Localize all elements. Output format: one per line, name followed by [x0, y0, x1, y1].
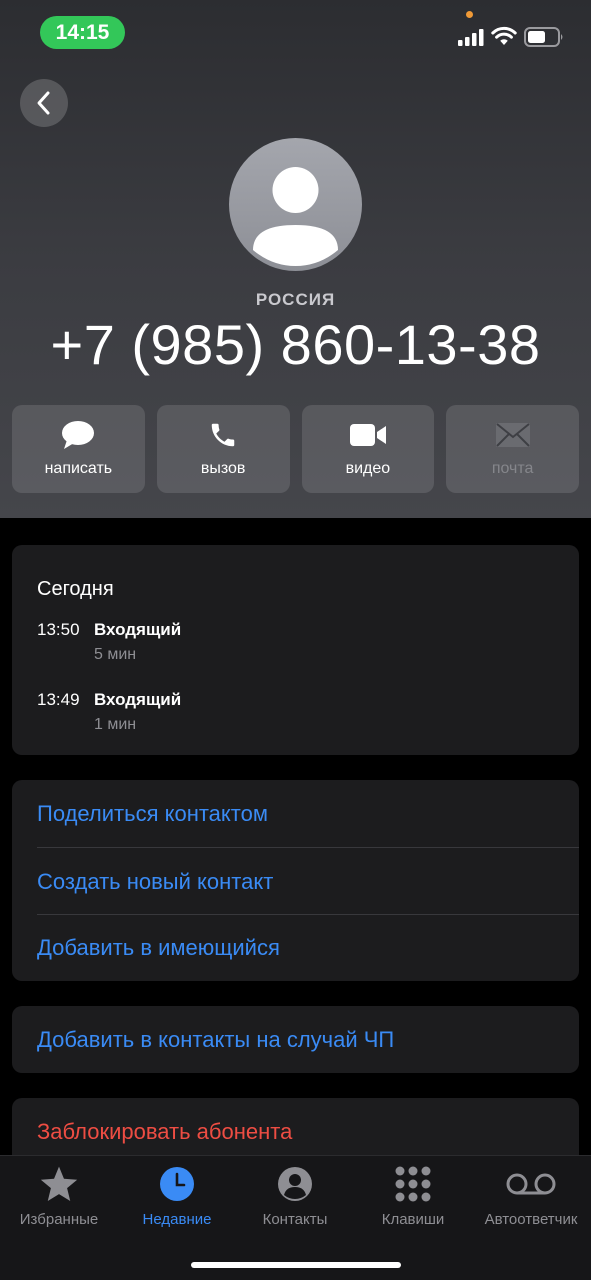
call-action-button[interactable]: вызов — [156, 405, 290, 493]
call-duration: 5 мин — [94, 646, 137, 663]
tab-favorites[interactable]: Избранные — [0, 1156, 118, 1246]
call-type: Входящий — [94, 690, 182, 709]
home-indicator[interactable] — [191, 1262, 401, 1268]
tab-label: Недавние — [142, 1211, 212, 1228]
call-time: 13:49 — [37, 690, 80, 709]
contact-options-card: Поделиться контактом Создать новый конта… — [12, 780, 579, 981]
chevron-left-icon — [37, 91, 50, 115]
keypad-icon — [395, 1166, 431, 1202]
video-action-label: видео — [345, 460, 391, 477]
contact-phone-number: +7 (985) 860-13-38 — [50, 313, 541, 376]
call-duration: 1 мин — [94, 716, 137, 733]
envelope-icon — [495, 423, 530, 447]
contact-avatar — [229, 138, 362, 271]
person-silhouette-icon — [253, 167, 338, 266]
create-new-contact-button[interactable]: Создать новый контакт — [37, 848, 579, 915]
emergency-contact-card: Добавить в контакты на случай ЧП — [12, 1006, 579, 1073]
video-action-button[interactable]: видео — [301, 405, 435, 493]
cellular-signal-icon — [458, 29, 484, 46]
privacy-indicator-dot — [466, 11, 473, 18]
message-bubble-icon — [62, 421, 95, 449]
person-circle-icon — [278, 1167, 312, 1201]
mail-action-label: почта — [491, 460, 534, 477]
tab-recents[interactable]: Недавние — [118, 1156, 236, 1246]
call-type: Входящий — [94, 620, 182, 639]
back-button[interactable] — [20, 79, 68, 127]
status-time-pill[interactable]: 14:15 — [40, 16, 125, 49]
phone-icon — [211, 423, 235, 447]
message-action-label: написать — [44, 460, 113, 477]
video-camera-icon — [349, 424, 386, 446]
battery-icon — [524, 27, 563, 47]
add-emergency-contact-button[interactable]: Добавить в контакты на случай ЧП — [37, 1006, 579, 1073]
contact-country: РОССИЯ — [255, 290, 336, 309]
wifi-icon — [491, 26, 517, 45]
call-action-label: вызов — [200, 460, 246, 477]
contact-header: 14:15 РОССИЯ +7 (985) 860-13-38 написать… — [0, 0, 591, 518]
star-icon — [40, 1166, 78, 1202]
tab-label: Автоответчик — [484, 1211, 578, 1228]
tab-keypad[interactable]: Клавиши — [354, 1156, 472, 1246]
mail-action-button[interactable]: почта — [446, 405, 579, 493]
message-action-button[interactable]: написать — [12, 405, 145, 493]
add-to-existing-contact-button[interactable]: Добавить в имеющийся — [37, 914, 579, 981]
tab-contacts[interactable]: Контакты — [236, 1156, 354, 1246]
call-history-card: Сегодня 13:50 Входящий 5 мин 13:49 Входя… — [12, 545, 579, 755]
voicemail-icon — [506, 1173, 556, 1195]
tab-label: Избранные — [19, 1211, 99, 1228]
tab-label: Контакты — [262, 1211, 328, 1228]
share-contact-button[interactable]: Поделиться контактом — [37, 780, 579, 847]
tab-voicemail[interactable]: Автоответчик — [472, 1156, 590, 1246]
call-time: 13:50 — [37, 620, 80, 639]
tab-label: Клавиши — [381, 1211, 445, 1228]
call-history-title: Сегодня — [37, 578, 114, 600]
quick-actions: написать вызов видео почта — [12, 405, 579, 493]
clock-icon — [160, 1167, 194, 1201]
